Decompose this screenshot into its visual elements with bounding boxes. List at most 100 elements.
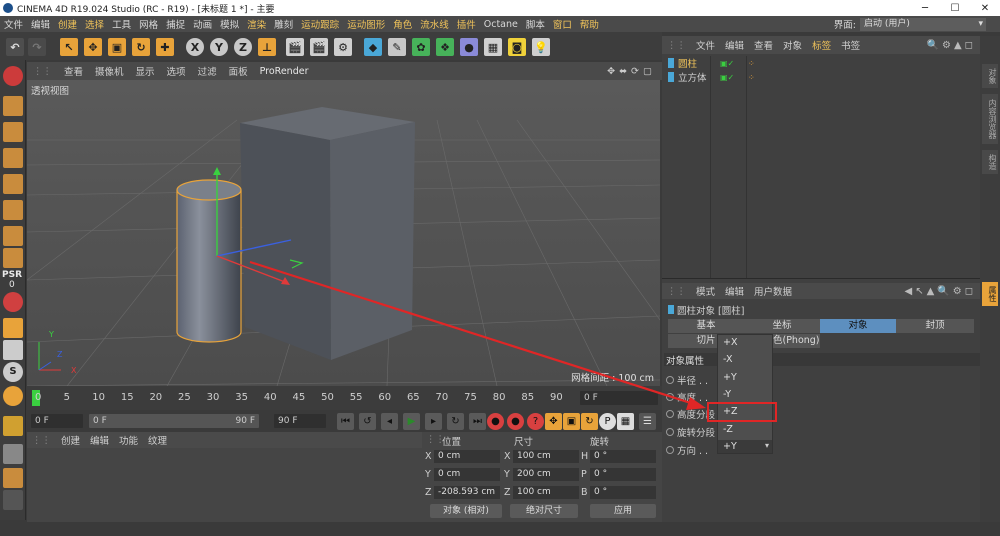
close-button[interactable]: ✕ bbox=[970, 3, 1000, 14]
obj-menu-tags[interactable]: 标签 bbox=[807, 38, 836, 52]
recent-tool-icon[interactable]: ✚ bbox=[156, 38, 174, 56]
rot-b-field[interactable]: 0 ° bbox=[590, 486, 656, 499]
vp-menu-display[interactable]: 显示 bbox=[130, 64, 161, 78]
radius-radio[interactable] bbox=[666, 376, 674, 384]
key-param-icon[interactable]: P bbox=[599, 413, 616, 430]
snap-icon[interactable] bbox=[3, 292, 23, 312]
current-frame-field[interactable]: 0 F bbox=[580, 391, 658, 405]
obj-menu-edit[interactable]: 编辑 bbox=[720, 38, 749, 52]
make-editable-icon[interactable] bbox=[3, 66, 23, 86]
maximize-button[interactable]: ☐ bbox=[940, 3, 970, 14]
pen-spline-icon[interactable]: ✎ bbox=[388, 38, 406, 56]
radius-row[interactable]: 半径 . . bbox=[666, 373, 708, 387]
deformer-icon[interactable]: ● bbox=[460, 38, 478, 56]
menu-file[interactable]: 文件 bbox=[0, 17, 27, 31]
lock-icon[interactable] bbox=[3, 444, 23, 464]
rotate-tool-icon[interactable]: ↻ bbox=[132, 38, 150, 56]
cylinder-tag-icon[interactable]: ⁘ bbox=[748, 59, 755, 68]
tab-caps[interactable]: 封顶 bbox=[896, 319, 974, 333]
workplane-mode-icon[interactable] bbox=[3, 148, 23, 168]
layout-select[interactable]: 启动 (用户) bbox=[860, 17, 986, 31]
polygons-mode-icon[interactable] bbox=[3, 226, 23, 246]
array-generator-icon[interactable]: ❖ bbox=[436, 38, 454, 56]
guide-icon[interactable] bbox=[3, 468, 23, 488]
play-icon[interactable]: ▶ bbox=[403, 413, 420, 430]
minimize-button[interactable]: ─ bbox=[910, 3, 940, 14]
record-keys-icon[interactable]: ● bbox=[487, 413, 504, 430]
rot-h-field[interactable]: 0 ° bbox=[590, 450, 656, 463]
menu-tools[interactable]: 工具 bbox=[108, 17, 135, 31]
menu-select[interactable]: 选择 bbox=[81, 17, 108, 31]
scale-tool-icon[interactable]: ▣ bbox=[108, 38, 126, 56]
option-minus-x[interactable]: -X bbox=[723, 354, 732, 365]
sketch-icon[interactable] bbox=[3, 386, 23, 406]
menu-help[interactable]: 帮助 bbox=[576, 17, 603, 31]
vp-menu-filter[interactable]: 过滤 bbox=[192, 64, 223, 78]
vp-menu-view[interactable]: 查看 bbox=[58, 64, 89, 78]
cube-visibility-icon[interactable]: ▣✓ bbox=[720, 73, 734, 82]
coord-mode-select[interactable]: 对象 (相对) bbox=[430, 504, 502, 518]
orientation-current-value[interactable]: +Y ▾ bbox=[718, 440, 772, 453]
start-frame-field[interactable]: 0 F bbox=[31, 414, 83, 428]
vp-menu-camera[interactable]: 摄像机 bbox=[89, 64, 130, 78]
obj-menu-file[interactable]: 文件 bbox=[691, 38, 720, 52]
menu-motion-tracking[interactable]: 运动跟踪 bbox=[297, 17, 343, 31]
mat-menu-edit[interactable]: 编辑 bbox=[85, 433, 114, 447]
option-plus-y[interactable]: +Y bbox=[723, 372, 737, 383]
render-picture-viewer-icon[interactable]: 🎬 bbox=[310, 38, 328, 56]
menu-edit[interactable]: 编辑 bbox=[27, 17, 54, 31]
render-settings-icon[interactable]: ⚙ bbox=[334, 38, 352, 56]
size-mode-select[interactable]: 绝对尺寸 bbox=[510, 504, 578, 518]
weight-icon[interactable] bbox=[3, 416, 23, 436]
x-axis-lock-button[interactable]: X bbox=[186, 38, 204, 56]
floor-environment-icon[interactable]: ▦ bbox=[484, 38, 502, 56]
height-row[interactable]: 高度 . . bbox=[666, 390, 708, 404]
cube-object[interactable] bbox=[240, 107, 415, 360]
option-minus-y[interactable]: -Y bbox=[723, 389, 731, 400]
prev-key-icon[interactable]: ↺ bbox=[359, 413, 376, 430]
menu-render[interactable]: 渲染 bbox=[243, 17, 270, 31]
option-minus-z[interactable]: -Z bbox=[723, 424, 733, 435]
option-plus-x[interactable]: +X bbox=[723, 337, 737, 348]
attr-nav-icons[interactable]: ◀↖▲🔍⚙◻ bbox=[905, 286, 980, 297]
prev-frame-icon[interactable]: ◂ bbox=[381, 413, 398, 430]
menu-plugins[interactable]: 插件 bbox=[453, 17, 480, 31]
obj-menu-view[interactable]: 查看 bbox=[749, 38, 778, 52]
end-frame-field[interactable]: 90 F bbox=[274, 414, 326, 428]
attr-menu-userdata[interactable]: 用户数据 bbox=[749, 284, 797, 298]
axis-mode-icon[interactable] bbox=[3, 248, 23, 268]
object-row-cylinder[interactable]: 圆柱 ▣✓ ⁘ bbox=[668, 57, 755, 70]
size-x-field[interactable]: 100 cm bbox=[513, 450, 579, 463]
size-z-field[interactable]: 100 cm bbox=[513, 486, 579, 499]
cylinder-visibility-icon[interactable]: ▣✓ bbox=[720, 59, 734, 68]
height-radio[interactable] bbox=[666, 393, 674, 401]
live-select-icon[interactable]: ↖ bbox=[60, 38, 78, 56]
orientation-radio[interactable] bbox=[666, 446, 674, 454]
goto-end-icon[interactable]: ⏭ bbox=[469, 413, 486, 430]
apply-button[interactable]: 应用 bbox=[590, 504, 656, 518]
mat-menu-function[interactable]: 功能 bbox=[114, 433, 143, 447]
tab-attributes[interactable]: 属性 bbox=[982, 282, 998, 306]
mat-menu-texture[interactable]: 纹理 bbox=[143, 433, 172, 447]
next-frame-icon[interactable]: ▸ bbox=[425, 413, 442, 430]
pos-y-field[interactable]: 0 cm bbox=[434, 468, 500, 481]
rotation-segments-radio[interactable] bbox=[666, 428, 674, 436]
rot-p-field[interactable]: 0 ° bbox=[590, 468, 656, 481]
object-row-cube[interactable]: 立方体 ▣✓ ⁘ bbox=[668, 71, 755, 84]
tab-basic[interactable]: 基本 bbox=[668, 319, 744, 333]
mouse-mode-icon[interactable] bbox=[3, 340, 23, 360]
objmgr-search-icon[interactable]: 🔍⚙▲◻ bbox=[927, 40, 980, 51]
tab-content-browser[interactable]: 内容浏览器 bbox=[982, 94, 998, 144]
attr-menu-mode[interactable]: 模式 bbox=[691, 284, 720, 298]
subdivision-surface-icon[interactable]: ✿ bbox=[412, 38, 430, 56]
tab-coord[interactable]: 坐标 bbox=[744, 319, 820, 333]
tab-objects[interactable]: 对象 bbox=[982, 64, 998, 88]
attr-menu-edit[interactable]: 编辑 bbox=[720, 284, 749, 298]
menu-mograph[interactable]: 运动图形 bbox=[343, 17, 389, 31]
pos-z-field[interactable]: -208.593 cm bbox=[434, 486, 500, 499]
keyframe-selection-icon[interactable]: ? bbox=[527, 413, 544, 430]
menu-window[interactable]: 窗口 bbox=[549, 17, 576, 31]
vp-menu-options[interactable]: 选项 bbox=[161, 64, 192, 78]
viewport-nav-icons[interactable]: ✥⬌⟳▢ bbox=[607, 66, 662, 77]
move-tool-icon[interactable]: ✥ bbox=[84, 38, 102, 56]
